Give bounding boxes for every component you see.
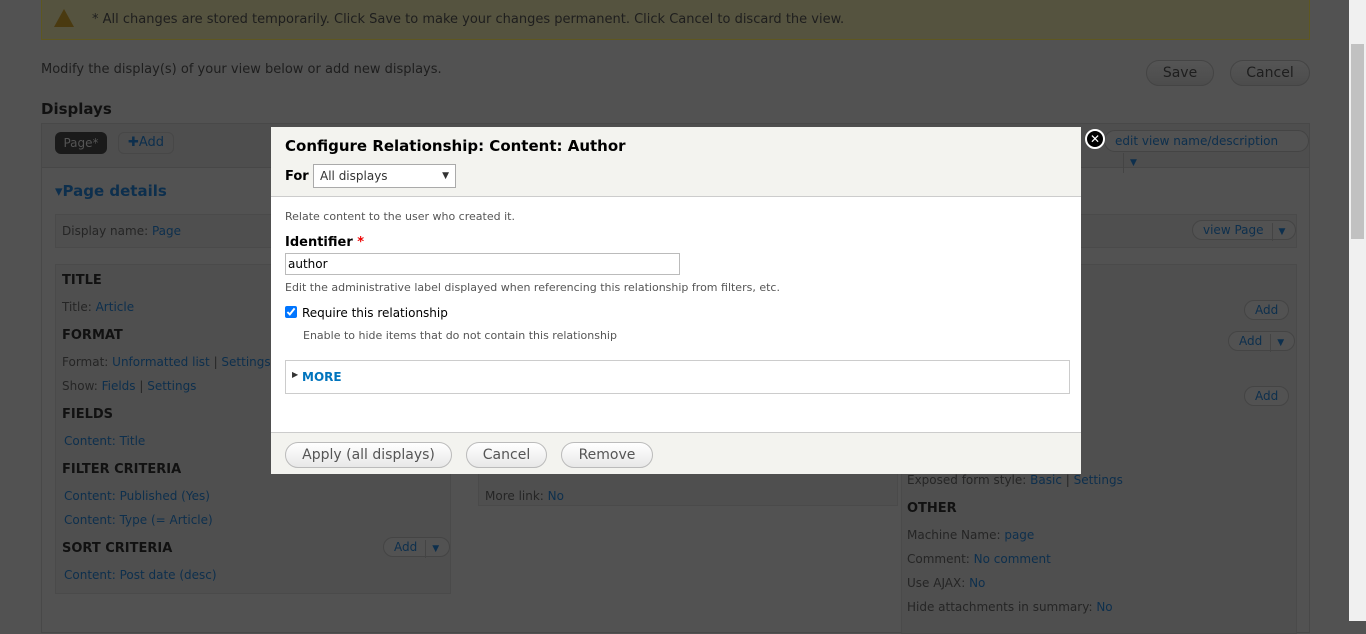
warning-text: * All changes are stored temporarily. Cl… bbox=[92, 12, 845, 27]
add-button[interactable]: Add bbox=[1244, 300, 1290, 320]
chevron-down-icon: ▼ bbox=[1270, 334, 1284, 352]
ajax-link[interactable]: No bbox=[969, 576, 985, 590]
require-relationship-checkbox[interactable] bbox=[285, 306, 297, 318]
format-settings-link[interactable]: Settings bbox=[221, 355, 270, 369]
sort-item[interactable]: Content: Post date (desc) bbox=[64, 568, 217, 582]
more-link-value[interactable]: No bbox=[548, 489, 564, 503]
add-display-button[interactable]: ✚Add bbox=[118, 132, 174, 154]
identifier-help: Edit the administrative label displayed … bbox=[285, 281, 780, 294]
format-section-heading: FORMAT bbox=[62, 328, 123, 343]
displays-heading: Displays bbox=[41, 100, 112, 118]
warning-icon bbox=[54, 9, 74, 27]
chevron-down-icon: ▼ bbox=[1123, 153, 1137, 173]
warning-bar: * All changes are stored temporarily. Cl… bbox=[41, 0, 1310, 40]
add-button[interactable]: Add ▼ bbox=[1228, 331, 1296, 352]
filter-item[interactable]: Content: Type (= Article) bbox=[64, 513, 213, 527]
for-select[interactable]: All displays ▼ bbox=[313, 164, 456, 188]
save-button[interactable]: Save bbox=[1146, 60, 1214, 86]
plus-icon: ✚ bbox=[127, 135, 139, 150]
show-settings-link[interactable]: Settings bbox=[147, 379, 196, 393]
apply-button[interactable]: Apply (all displays) bbox=[285, 442, 452, 468]
for-label: For bbox=[285, 169, 309, 184]
edit-view-button[interactable]: edit view name/description▼ bbox=[1104, 130, 1309, 173]
scrollbar-thumb[interactable] bbox=[1351, 44, 1364, 239]
chevron-down-icon: ▼ bbox=[442, 171, 449, 181]
relationship-description: Relate content to the user who created i… bbox=[285, 210, 515, 223]
cancel-dialog-button[interactable]: Cancel bbox=[466, 442, 547, 468]
view-page-button[interactable]: view Page ▼ bbox=[1192, 220, 1297, 241]
other-section-heading: OTHER bbox=[907, 501, 957, 516]
chevron-down-icon: ▼ bbox=[1271, 223, 1285, 241]
chevron-down-icon: ▼ bbox=[425, 540, 439, 558]
close-icon[interactable]: ✕ bbox=[1085, 129, 1105, 149]
filter-section-heading: FILTER CRITERIA bbox=[62, 462, 182, 477]
more-toggle[interactable]: MORE bbox=[302, 370, 342, 384]
fields-section-heading: FIELDS bbox=[62, 407, 114, 422]
hide-attachments-link[interactable]: No bbox=[1096, 600, 1112, 614]
remove-button[interactable]: Remove bbox=[561, 442, 653, 468]
identifier-label: Identifier * bbox=[285, 235, 365, 250]
filter-item[interactable]: Content: Published (Yes) bbox=[64, 489, 210, 503]
require-relationship-help: Enable to hide items that do not contain… bbox=[303, 329, 617, 342]
exposed-settings-link[interactable]: Settings bbox=[1074, 473, 1123, 487]
sort-add-button[interactable]: Add ▼ bbox=[383, 537, 451, 558]
identifier-input[interactable] bbox=[285, 253, 680, 275]
configure-relationship-dialog: Configure Relationship: Content: Author … bbox=[271, 127, 1081, 474]
add-button[interactable]: Add bbox=[1244, 386, 1290, 406]
caret-right-icon: ▶ bbox=[292, 370, 299, 379]
caret-down-icon: ▾ bbox=[55, 182, 63, 200]
format-link[interactable]: Unformatted list bbox=[112, 355, 210, 369]
sort-section-heading: SORT CRITERIA bbox=[62, 541, 173, 556]
title-link[interactable]: Article bbox=[96, 300, 135, 314]
exposed-form-link[interactable]: Basic bbox=[1030, 473, 1062, 487]
comment-link[interactable]: No comment bbox=[974, 552, 1051, 566]
dialog-title: Configure Relationship: Content: Author bbox=[285, 137, 626, 155]
tab-page[interactable]: Page* bbox=[55, 132, 107, 154]
machine-name-link[interactable]: page bbox=[1004, 528, 1034, 542]
intro-text: Modify the display(s) of your view below… bbox=[41, 62, 442, 77]
require-relationship-label[interactable]: Require this relationship bbox=[302, 306, 448, 320]
title-section-heading: TITLE bbox=[62, 273, 102, 288]
display-name-link[interactable]: Page bbox=[152, 224, 181, 238]
cancel-button[interactable]: Cancel bbox=[1230, 60, 1310, 86]
more-fieldset[interactable]: ▶ MORE bbox=[285, 360, 1070, 394]
show-link[interactable]: Fields bbox=[102, 379, 136, 393]
field-item[interactable]: Content: Title bbox=[64, 434, 145, 448]
page-details-toggle[interactable]: ▾Page details bbox=[55, 182, 167, 200]
